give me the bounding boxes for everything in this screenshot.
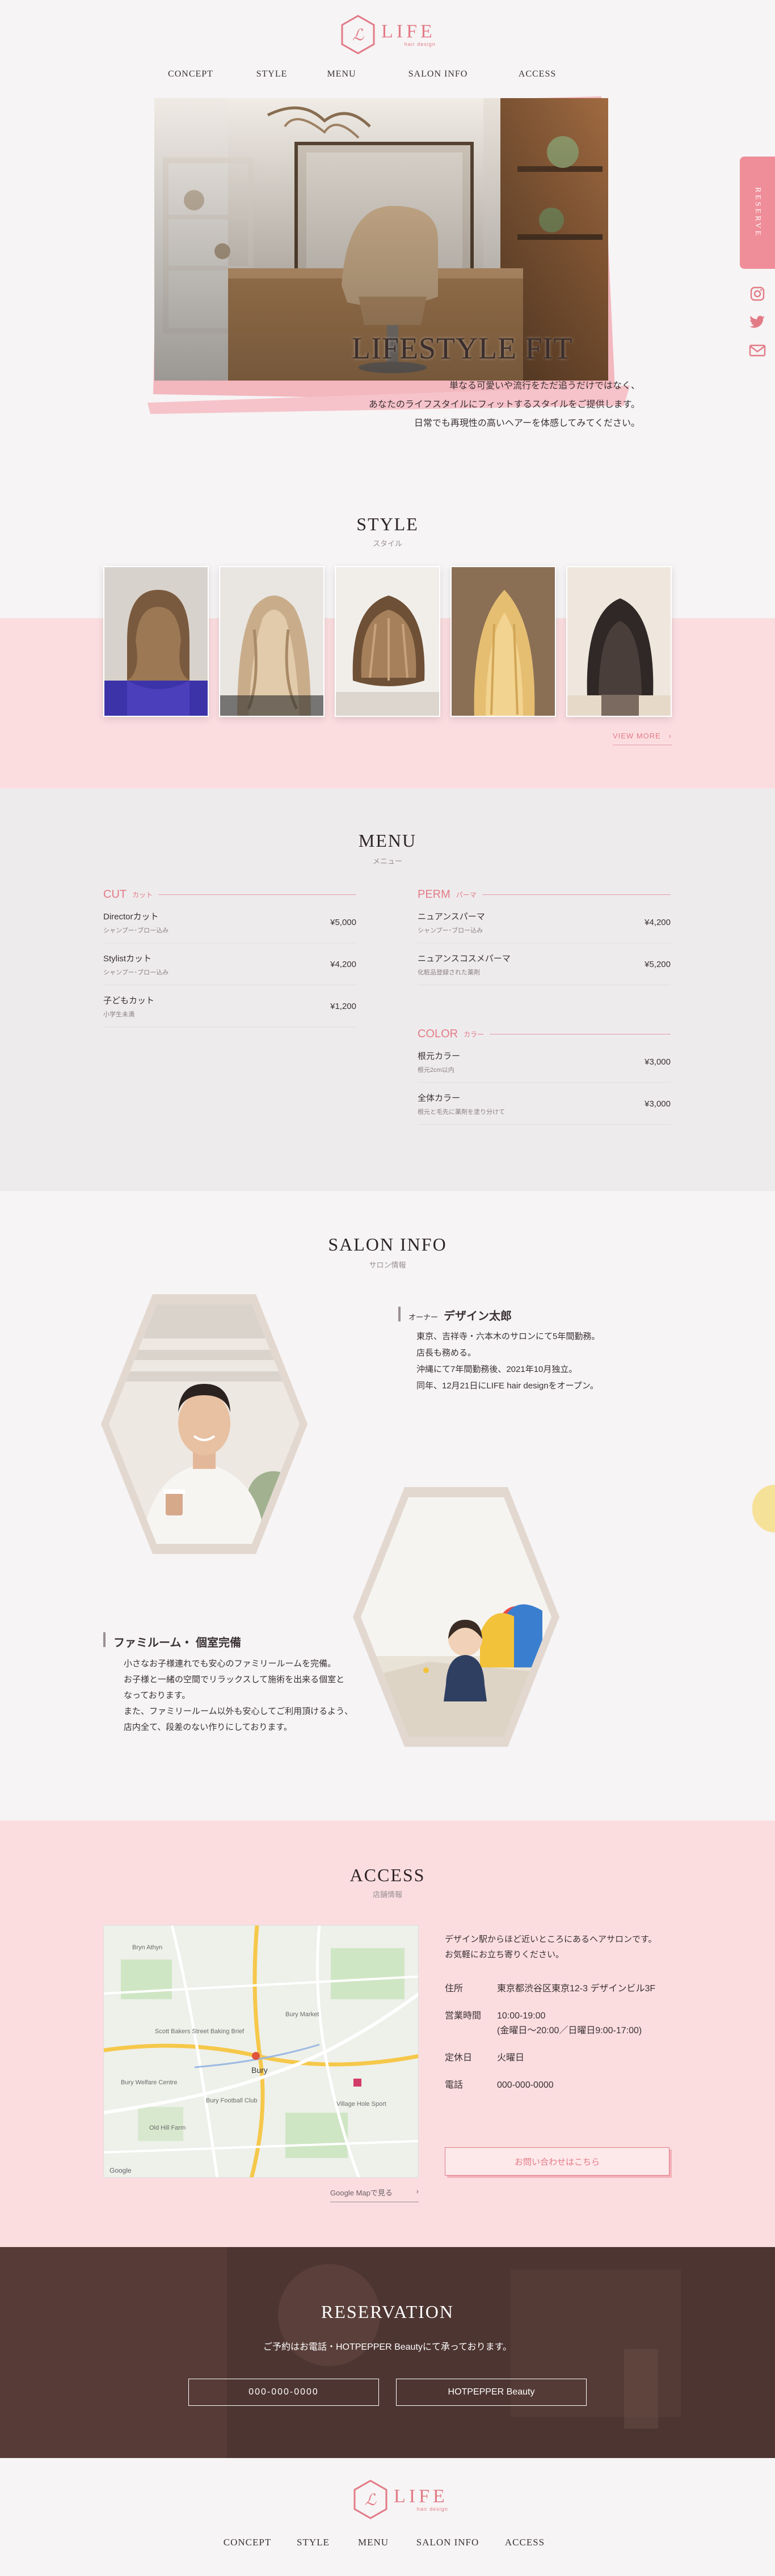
logo-text: LIFE: [381, 21, 436, 42]
menu-item: ニュアンスパーマ シャンプー･ブロー込み ¥4,200: [418, 901, 671, 943]
nav-style[interactable]: STYLE: [234, 69, 310, 79]
style-card[interactable]: [450, 566, 556, 717]
footer-nav-style[interactable]: STYLE: [290, 2537, 336, 2548]
hero-copy-line: 単なる可愛いや流行をただ追うだけではなく、: [449, 381, 640, 391]
menu-perm: PERM パーマ ニュアンスパーマ シャンプー･ブロー込み ¥4,200 ニュアンスコ…: [418, 888, 671, 985]
header-logo[interactable]: ℒ LIFE hair design: [340, 15, 436, 54]
nav-salon-info[interactable]: SALON INFO: [393, 69, 483, 79]
nav-access[interactable]: ACCESS: [506, 69, 568, 79]
access-title: ACCESS: [349, 1865, 426, 1885]
logo-mark-icon: ℒ: [353, 2480, 388, 2519]
owner-accent-bar: [398, 1307, 401, 1321]
salon-subtitle: サロン情報: [369, 1261, 406, 1269]
logo-tagline: hair design: [404, 41, 436, 47]
map-label: Bury Market: [285, 2011, 319, 2018]
hero-copy-line: 日常でも再現性の高いヘアーを体感してみてください。: [414, 419, 640, 428]
map-label: Bryn Athyn: [132, 1944, 162, 1951]
logo-mark-icon: ℒ: [340, 15, 376, 54]
decor-yellow-shape: [752, 1485, 775, 1532]
map-label: Scott Bakers Street Baking Brief: [155, 2028, 245, 2035]
google-map[interactable]: Bryn Athyn Scott Bakers Street Baking Br…: [103, 1925, 419, 2178]
twitter-icon[interactable]: [749, 314, 766, 331]
chevron-right-icon: ›: [416, 2187, 419, 2195]
access-info: デザイン駅からほど近いところにあるヘアサロンです。 お気軽にお立ち寄りください。…: [445, 1932, 683, 2105]
reservation-text: ご予約はお電話・HOTPEPPER Beautyにて承っております。: [263, 2342, 512, 2352]
reservation-section: [0, 2247, 775, 2458]
reserve-side-button[interactable]: RESERVE: [740, 157, 775, 269]
instagram-icon[interactable]: [749, 285, 766, 302]
owner-role: オーナー: [408, 1313, 439, 1321]
room-description: 小さなお子様連れでも安心のファミリールームを完備。 お子様と一緒の空間でリラックス…: [124, 1659, 353, 1732]
footer-nav-access[interactable]: ACCESS: [499, 2537, 550, 2548]
menu-category-perm: PERM パーマ: [418, 888, 671, 901]
map-label: Old Hill Farm: [149, 2125, 186, 2131]
style-card[interactable]: [335, 566, 440, 717]
nav-concept[interactable]: CONCEPT: [162, 69, 219, 79]
menu-cut: CUT カット Directorカット シャンプー･ブロー込み ¥5,000 Styl…: [103, 888, 356, 1027]
holiday-row: 定休日 火曜日: [445, 2053, 525, 2063]
owner-heading: オーナー デザイン太郎: [408, 1307, 512, 1323]
room-heading: ファミルーム・ 個室完備: [113, 1637, 241, 1649]
access-subtitle: 店舗情報: [372, 1890, 402, 1899]
menu-category-color: COLOR カラー: [418, 1028, 671, 1041]
menu-item: 子どもカット 小学生未満 ¥1,200: [103, 985, 356, 1027]
style-card[interactable]: [103, 566, 209, 717]
nav-menu[interactable]: MENU: [313, 69, 370, 79]
access-intro: デザイン駅からほど近いところにあるヘアサロンです。: [445, 1935, 657, 1944]
style-card[interactable]: [219, 566, 325, 717]
menu-item: Directorカット シャンプー･ブロー込み ¥5,000: [103, 901, 356, 943]
owner-profile: 東京、吉祥寺・六本木のサロンにて5年間勤務。 店長も務める。 沖縄にて7年間勤務後、…: [416, 1332, 600, 1391]
style-view-more-link[interactable]: VIEW MORE ›: [613, 732, 672, 745]
style-title: STYLE: [356, 514, 419, 534]
menu-item: ニュアンスコスメパーマ 化粧品登録された薬剤 ¥5,200: [418, 943, 671, 985]
address-row: 住所 東京都渋谷区東京12-3 デザインビル3F: [445, 1984, 656, 1994]
room-accent-bar: [103, 1632, 106, 1647]
hero-headline: LIFESTYLE FIT: [352, 331, 573, 365]
phone-button[interactable]: 000-000-0000: [188, 2379, 379, 2406]
style-card[interactable]: [566, 566, 672, 717]
logo-tagline: hair design: [416, 2506, 448, 2512]
hero-copy-line: あなたのライフスタイルにフィットするスタイルをご提供します。: [368, 400, 640, 409]
map-link[interactable]: Google Mapで見る ›: [330, 2187, 419, 2202]
logo-text: LIFE: [394, 2486, 448, 2507]
hotpepper-button[interactable]: HOTPEPPER Beauty: [396, 2379, 587, 2406]
salon-title: SALON INFO: [328, 1234, 447, 1255]
menu-title: MENU: [358, 830, 417, 851]
svg-text:ℒ: ℒ: [365, 2491, 377, 2509]
menu-item: Stylistカット シャンプー･ブロー込み ¥4,200: [103, 943, 356, 985]
footer-nav-menu[interactable]: MENU: [351, 2537, 396, 2548]
svg-text:ℒ: ℒ: [352, 27, 364, 44]
reservation-title: RESERVATION: [321, 2301, 454, 2322]
footer-nav-concept[interactable]: CONCEPT: [219, 2537, 276, 2548]
map-label: Village Hole Sport: [336, 2101, 386, 2108]
footer-logo[interactable]: ℒ LIFE hair design: [353, 2480, 448, 2519]
menu-subtitle: メニュー: [372, 857, 402, 865]
style-subtitle: スタイル: [372, 539, 402, 548]
map-label: Bury Welfare Centre: [121, 2079, 177, 2086]
menu-category-cut: CUT カット: [103, 888, 356, 901]
owner-name: デザイン太郎: [444, 1310, 512, 1323]
menu-item: 全体カラー 根元と毛先に薬剤を塗り分けて ¥3,000: [418, 1083, 671, 1125]
map-label: Bury: [251, 2066, 268, 2075]
global-nav: CONCEPT STYLE MENU SALON INFO ACCESS: [162, 69, 568, 79]
footer-nav: CONCEPT STYLE MENU SALON INFO ACCESS: [219, 2537, 550, 2548]
hero-copy: 単なる可愛いや流行をただ追うだけではなく、 あなたのライフスタイルにフィットする…: [369, 377, 640, 433]
menu-color: COLOR カラー 根元カラー 根元2cm以内 ¥3,000 全体カラー 根元と毛先に薬…: [418, 1028, 671, 1125]
menu-item: 根元カラー 根元2cm以内 ¥3,000: [418, 1041, 671, 1083]
map-google-logo: Google: [109, 2167, 132, 2174]
footer-nav-salon-info[interactable]: SALON INFO: [411, 2537, 485, 2548]
access-intro: お気軽にお立ち寄りください。: [445, 1950, 565, 1960]
contact-button[interactable]: お問い合わせはこちら: [445, 2147, 669, 2176]
hours-row: 営業時間 10:00-19:00 (金曜日〜20:00／日曜日9:00-17:00): [445, 2011, 642, 2036]
chevron-right-icon: ›: [668, 732, 672, 740]
phone-row: 電話 000-000-0000: [445, 2080, 554, 2090]
mail-icon[interactable]: [749, 342, 766, 359]
map-label: Bury Football Club: [206, 2097, 258, 2104]
